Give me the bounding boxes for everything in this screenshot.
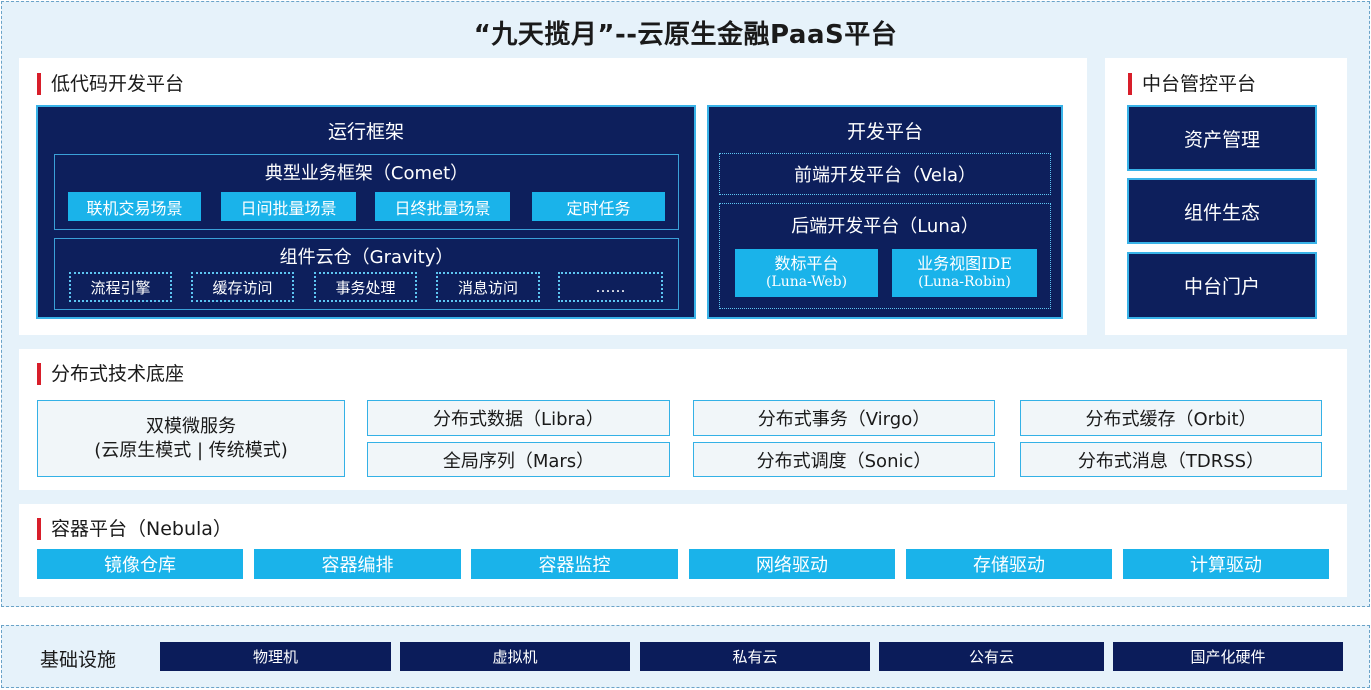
distributed-data: 分布式数据（Libra） — [367, 400, 670, 436]
business-view-ide: 业务视图IDE (Luna-Robin) — [892, 249, 1037, 297]
infra-physical-machine: 物理机 — [160, 642, 391, 671]
midplatform-section-title: 中台管控平台 — [1128, 72, 1256, 96]
lowcode-section-title: 低代码开发平台 — [37, 72, 184, 96]
dual-mode-modes: (云原生模式 | 传统模式) — [94, 439, 288, 461]
infrastructure-label: 基础设施 — [40, 649, 117, 671]
network-driver: 网络驱动 — [689, 549, 895, 579]
component-cache-access: 缓存访问 — [191, 272, 294, 302]
scene-online-trading: 联机交易场景 — [68, 192, 201, 221]
storage-driver: 存储驱动 — [906, 549, 1112, 579]
data-standard-platform: 数标平台 (Luna-Web) — [735, 249, 878, 297]
runtime-framework-title: 运行框架 — [327, 121, 404, 143]
infra-private-cloud: 私有云 — [640, 642, 870, 671]
dual-mode-microservice: 双模微服务 (云原生模式 | 传统模式) — [37, 400, 345, 477]
scene-scheduled-task: 定时任务 — [532, 192, 665, 221]
container-monitoring: 容器监控 — [471, 549, 678, 579]
component-more: …… — [558, 272, 663, 302]
infra-domestic-hardware: 国产化硬件 — [1113, 642, 1343, 671]
page-title: “九天揽月”--云原生金融PaaS平台 — [473, 20, 898, 50]
business-view-ide-name: 业务视图IDE — [917, 254, 1012, 273]
business-view-ide-code: (Luna-Robin) — [918, 274, 1011, 290]
infra-public-cloud: 公有云 — [879, 642, 1104, 671]
component-ecosystem: 组件生态 — [1127, 178, 1317, 244]
infra-virtual-machine: 虚拟机 — [400, 642, 630, 671]
dev-platform-title: 开发平台 — [846, 121, 923, 143]
component-message-access: 消息访问 — [436, 272, 540, 302]
midplatform-portal: 中台门户 — [1127, 252, 1317, 319]
scene-endofday-batch: 日终批量场景 — [375, 192, 510, 221]
compute-driver: 计算驱动 — [1123, 549, 1329, 579]
data-standard-platform-name: 数标平台 — [774, 254, 839, 273]
component-flow-engine: 流程引擎 — [69, 272, 172, 302]
image-registry: 镜像仓库 — [37, 549, 243, 579]
container-section-title: 容器平台（Nebula） — [37, 517, 232, 541]
typical-framework-title: 典型业务框架（Comet） — [264, 163, 469, 184]
asset-management: 资产管理 — [1127, 105, 1317, 171]
dual-mode-title: 双模微服务 — [146, 415, 236, 437]
component-transaction: 事务处理 — [314, 272, 417, 302]
scene-daytime-batch: 日间批量场景 — [221, 192, 356, 221]
distributed-section-title: 分布式技术底座 — [37, 362, 184, 386]
frontend-platform-box: 前端开发平台（Vela） — [719, 153, 1051, 195]
backend-platform-title: 后端开发平台（Luna） — [791, 216, 979, 237]
distributed-transaction: 分布式事务（Virgo） — [693, 400, 995, 436]
distributed-scheduling: 分布式调度（Sonic） — [693, 442, 995, 477]
gravity-title: 组件云仓（Gravity） — [279, 247, 454, 268]
data-standard-platform-code: (Luna-Web) — [765, 274, 848, 290]
global-sequence: 全局序列（Mars） — [367, 442, 670, 477]
distributed-messaging: 分布式消息（TDRSS） — [1020, 442, 1322, 477]
distributed-cache: 分布式缓存（Orbit） — [1020, 400, 1322, 436]
container-orchestration: 容器编排 — [254, 549, 461, 579]
